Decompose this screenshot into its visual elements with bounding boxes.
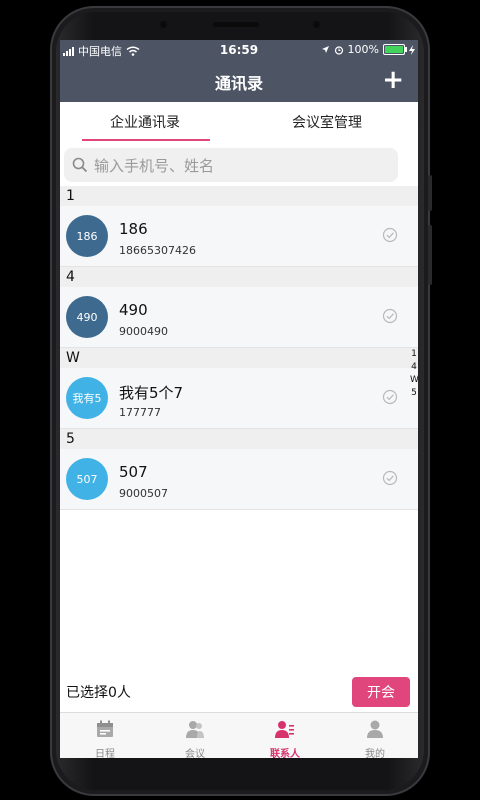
person-icon [367, 720, 383, 738]
list-item[interactable]: 490 490 9000490 [60, 287, 418, 348]
index-item[interactable]: 1 [410, 348, 418, 361]
alphabet-index: 1 4 W 5 [410, 348, 418, 400]
tab-label: 日程 [95, 749, 115, 758]
side-button [428, 175, 432, 211]
alarm-icon [334, 45, 343, 55]
phone-frame: 中国电信 16:59 100% 通讯录 + 企业通讯录 会议室管理 输入手机号、… [0, 0, 480, 800]
tab-contacts[interactable]: 联系人 [240, 713, 330, 758]
page-title: 通讯录 [214, 74, 263, 93]
selected-count: 已选择0人 [66, 685, 131, 701]
contact-list: 1 186 186 18665307426 4 490 490 9000490 … [60, 186, 418, 510]
list-item[interactable]: 我有5 我有5个7 177777 [60, 368, 418, 429]
index-item[interactable]: W [410, 374, 418, 387]
contact-phone: 18665307426 [119, 244, 196, 257]
start-meeting-button[interactable]: 开会 [352, 677, 410, 707]
nav-bar: 通讯录 + [60, 60, 418, 102]
list-item[interactable]: 507 507 9000507 [60, 449, 418, 510]
contact-name: 507 [119, 463, 148, 481]
charging-icon [409, 44, 415, 55]
tab-enterprise-directory[interactable]: 企业通讯录 [110, 112, 180, 132]
status-bar: 中国电信 16:59 100% [60, 40, 418, 60]
index-item[interactable]: 4 [410, 361, 418, 374]
section-header: 1 [60, 186, 418, 206]
list-item[interactable]: 186 186 18665307426 [60, 206, 418, 267]
search-input[interactable] [92, 153, 392, 179]
contacts-icon [275, 721, 294, 738]
check-circle-icon[interactable] [382, 227, 398, 243]
tab-label: 我的 [365, 749, 385, 758]
avatar: 490 [66, 296, 108, 338]
active-tab-indicator [82, 139, 210, 141]
contact-phone: 9000507 [119, 487, 168, 500]
check-circle-icon[interactable] [382, 308, 398, 324]
avatar: 我有5 [66, 377, 108, 419]
bottom-tab-bar: 日程 会议 联系人 我的 [60, 712, 418, 758]
add-button[interactable]: + [382, 66, 404, 94]
tab-meeting-room-management[interactable]: 会议室管理 [292, 112, 362, 132]
front-camera [313, 21, 320, 28]
check-circle-icon[interactable] [382, 470, 398, 486]
tab-meeting[interactable]: 会议 [150, 713, 240, 758]
battery-percent: 100% [347, 43, 379, 56]
selection-bar: 已选择0人 开会 [60, 672, 418, 712]
avatar: 186 [66, 215, 108, 257]
contact-phone: 177777 [119, 406, 161, 419]
tab-bar-top: 企业通讯录 会议室管理 [60, 102, 418, 142]
location-arrow-icon [321, 46, 329, 53]
side-button [428, 225, 432, 285]
contact-name: 我有5个7 [119, 384, 184, 402]
avatar: 507 [66, 458, 108, 500]
calendar-icon [97, 720, 113, 737]
sensor-dot [160, 21, 167, 28]
meeting-people-icon [186, 721, 204, 738]
index-item[interactable]: 5 [410, 387, 418, 400]
contact-name: 490 [119, 301, 148, 319]
section-header: W [60, 348, 418, 368]
tab-me[interactable]: 我的 [330, 713, 418, 758]
contact-name: 186 [119, 220, 148, 238]
section-header: 5 [60, 429, 418, 449]
battery-icon [383, 44, 407, 55]
contact-phone: 9000490 [119, 325, 168, 338]
app-screen: 中国电信 16:59 100% 通讯录 + 企业通讯录 会议室管理 输入手机号、… [60, 40, 418, 758]
tab-label: 会议 [185, 749, 205, 758]
search-icon [72, 157, 88, 173]
search-box [64, 148, 398, 182]
section-header: 4 [60, 267, 418, 287]
tab-label: 联系人 [270, 749, 300, 758]
tab-schedule[interactable]: 日程 [60, 713, 150, 758]
check-circle-icon[interactable] [382, 389, 398, 405]
earpiece [213, 22, 259, 27]
